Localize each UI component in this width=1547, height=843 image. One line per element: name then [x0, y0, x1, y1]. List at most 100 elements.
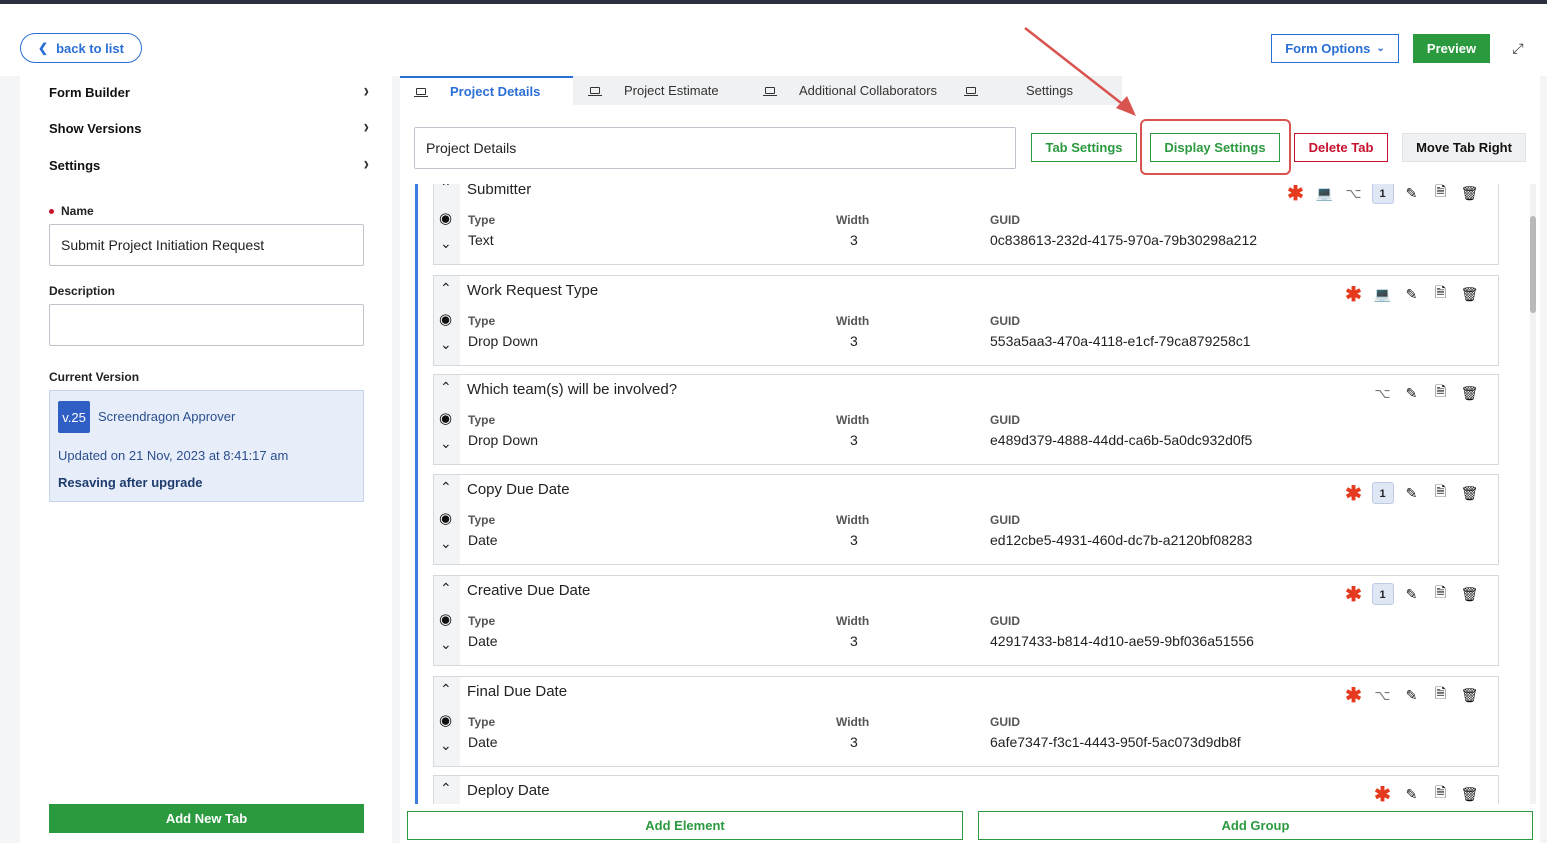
- chevron-up-icon[interactable]: ⌃: [440, 479, 452, 496]
- width-value: 3: [850, 734, 858, 750]
- form-options-dropdown[interactable]: Form Options ⌄: [1271, 34, 1399, 63]
- copy-icon[interactable]: 🗎: [1426, 582, 1455, 606]
- delete-icon[interactable]: 🗑: [1455, 586, 1484, 603]
- target-icon[interactable]: ◉: [439, 509, 452, 527]
- share-icon[interactable]: ⌥: [1368, 687, 1397, 704]
- tab-additional-collaborators[interactable]: Additional Collaborators: [763, 76, 965, 105]
- copy-icon[interactable]: 🗎: [1426, 481, 1455, 505]
- tab-settings[interactable]: Settings: [964, 76, 1116, 105]
- chevron-up-icon[interactable]: ⌃: [440, 379, 452, 396]
- edit-icon[interactable]: ✎: [1397, 687, 1426, 704]
- preview-button[interactable]: Preview: [1413, 34, 1490, 63]
- element-gutter: ⌃ ◉ ⌄: [434, 276, 460, 365]
- guid-label: GUID: [990, 614, 1020, 628]
- name-label: Name: [49, 204, 94, 218]
- edit-icon[interactable]: ✎: [1397, 185, 1426, 202]
- element-card[interactable]: ⌃ ◉ ⌄ Creative Due Date Type Width GUID …: [433, 575, 1499, 666]
- element-gutter: ⌃ ◉ ⌄: [434, 677, 460, 766]
- chevron-right-icon: ›: [363, 81, 369, 102]
- edit-icon[interactable]: ✎: [1397, 385, 1426, 402]
- target-icon[interactable]: ◉: [439, 711, 452, 729]
- element-title: Submitter: [467, 184, 532, 198]
- element-title: Deploy Date: [467, 782, 550, 799]
- chevron-down-icon[interactable]: ⌄: [440, 737, 452, 754]
- expand-icon[interactable]: ⤢: [1509, 40, 1527, 58]
- add-element-button[interactable]: Add Element: [407, 811, 963, 840]
- delete-icon[interactable]: 🗑: [1455, 485, 1484, 502]
- count-badge[interactable]: 1: [1368, 482, 1397, 504]
- description-label: Description: [49, 284, 116, 298]
- chevron-up-icon[interactable]: ⌃: [440, 580, 452, 597]
- name-field[interactable]: Submit Project Initiation Request: [49, 224, 364, 266]
- delete-icon[interactable]: 🗑: [1455, 385, 1484, 402]
- chevron-up-icon[interactable]: ⌃: [440, 681, 452, 698]
- count-badge[interactable]: 1: [1368, 184, 1397, 204]
- back-to-list-button[interactable]: ❮ back to list: [20, 33, 142, 63]
- element-card[interactable]: ⌃ ◉ ⌄ Deploy Date Type Width GUID ✱✎🗎🗑: [433, 775, 1499, 804]
- element-card[interactable]: ⌃ ◉ ⌄ Which team(s) will be involved? Ty…: [433, 374, 1499, 465]
- element-gutter: ⌃ ◉ ⌄: [434, 576, 460, 665]
- copy-icon[interactable]: 🗎: [1426, 683, 1455, 707]
- delete-icon[interactable]: 🗑: [1455, 185, 1484, 202]
- scrollbar-thumb[interactable]: [1530, 216, 1536, 313]
- copy-icon[interactable]: 🗎: [1426, 184, 1455, 205]
- element-card[interactable]: ⌃ ◉ ⌄ Final Due Date Type Width GUID Dat…: [433, 676, 1499, 767]
- tab-name-field[interactable]: Project Details: [414, 127, 1016, 169]
- element-gutter: ⌃ ◉ ⌄: [434, 184, 460, 264]
- target-icon[interactable]: ◉: [439, 209, 452, 227]
- chevron-down-icon[interactable]: ⌄: [440, 336, 452, 353]
- element-actions: ✱ 1 ✎ 🗎 🗑: [1339, 481, 1484, 505]
- copy-icon[interactable]: 🗎: [1426, 282, 1455, 306]
- chevron-down-icon[interactable]: ⌄: [440, 435, 452, 452]
- guid-label: GUID: [990, 715, 1020, 729]
- type-label: Type: [468, 614, 496, 628]
- chevron-down-icon[interactable]: ⌄: [440, 535, 452, 552]
- edit-icon[interactable]: ✎: [1397, 286, 1426, 303]
- tab-project-details[interactable]: Project Details: [400, 76, 573, 105]
- chevron-down-icon[interactable]: ⌄: [440, 235, 452, 252]
- move-tab-right-button[interactable]: Move Tab Right: [1402, 133, 1526, 162]
- menu-settings[interactable]: Settings ›: [49, 154, 369, 176]
- chevron-up-icon[interactable]: ⌃: [440, 280, 452, 297]
- share-icon[interactable]: ⌥: [1368, 385, 1397, 402]
- delete-tab-label: Delete Tab: [1308, 140, 1374, 155]
- edit-icon[interactable]: ✎: [1397, 586, 1426, 603]
- description-field[interactable]: [49, 304, 364, 346]
- element-title: Work Request Type: [467, 282, 599, 299]
- element-card[interactable]: ⌃ ◉ ⌄ Submitter Type Width GUID Text 3 0…: [433, 184, 1499, 265]
- delete-tab-button[interactable]: Delete Tab: [1294, 133, 1388, 162]
- menu-form-builder[interactable]: Form Builder ›: [49, 81, 369, 103]
- copy-icon[interactable]: 🗎: [1426, 782, 1455, 804]
- width-label: Width: [836, 614, 870, 628]
- menu-show-versions[interactable]: Show Versions ›: [49, 117, 369, 139]
- width-value: 3: [850, 432, 858, 448]
- element-card[interactable]: ⌃ ◉ ⌄ Copy Due Date Type Width GUID Date…: [433, 474, 1499, 565]
- chevron-right-icon: ›: [363, 154, 369, 175]
- element-title: Creative Due Date: [467, 582, 591, 599]
- laptop-icon: 💻: [1315, 184, 1334, 201]
- chevron-down-icon[interactable]: ⌄: [440, 636, 452, 653]
- move-tab-right-label: Move Tab Right: [1416, 140, 1512, 155]
- chevron-up-icon[interactable]: ⌃: [440, 780, 452, 797]
- delete-icon[interactable]: 🗑: [1455, 286, 1484, 303]
- preview-label: Preview: [1426, 41, 1477, 56]
- element-card[interactable]: ⌃ ◉ ⌄ Work Request Type Type Width GUID …: [433, 275, 1499, 366]
- chevron-up-icon[interactable]: ⌃: [440, 184, 452, 196]
- guid-label: GUID: [990, 513, 1020, 527]
- delete-icon[interactable]: 🗑: [1455, 786, 1484, 803]
- width-label: Width: [836, 413, 870, 427]
- delete-icon[interactable]: 🗑: [1455, 687, 1484, 704]
- width-value: 3: [850, 633, 858, 649]
- add-group-button[interactable]: Add Group: [978, 811, 1533, 840]
- copy-icon[interactable]: 🗎: [1426, 381, 1455, 405]
- target-icon[interactable]: ◉: [439, 310, 452, 328]
- target-icon[interactable]: ◉: [439, 409, 452, 427]
- tab-settings-button[interactable]: Tab Settings: [1031, 133, 1137, 162]
- target-icon[interactable]: ◉: [439, 610, 452, 628]
- edit-icon[interactable]: ✎: [1397, 786, 1426, 803]
- count-badge[interactable]: 1: [1368, 583, 1397, 605]
- tab-project-estimate[interactable]: Project Estimate: [588, 76, 760, 105]
- add-new-tab-button[interactable]: Add New Tab: [49, 804, 364, 833]
- share-icon[interactable]: ⌥: [1339, 185, 1368, 202]
- edit-icon[interactable]: ✎: [1397, 485, 1426, 502]
